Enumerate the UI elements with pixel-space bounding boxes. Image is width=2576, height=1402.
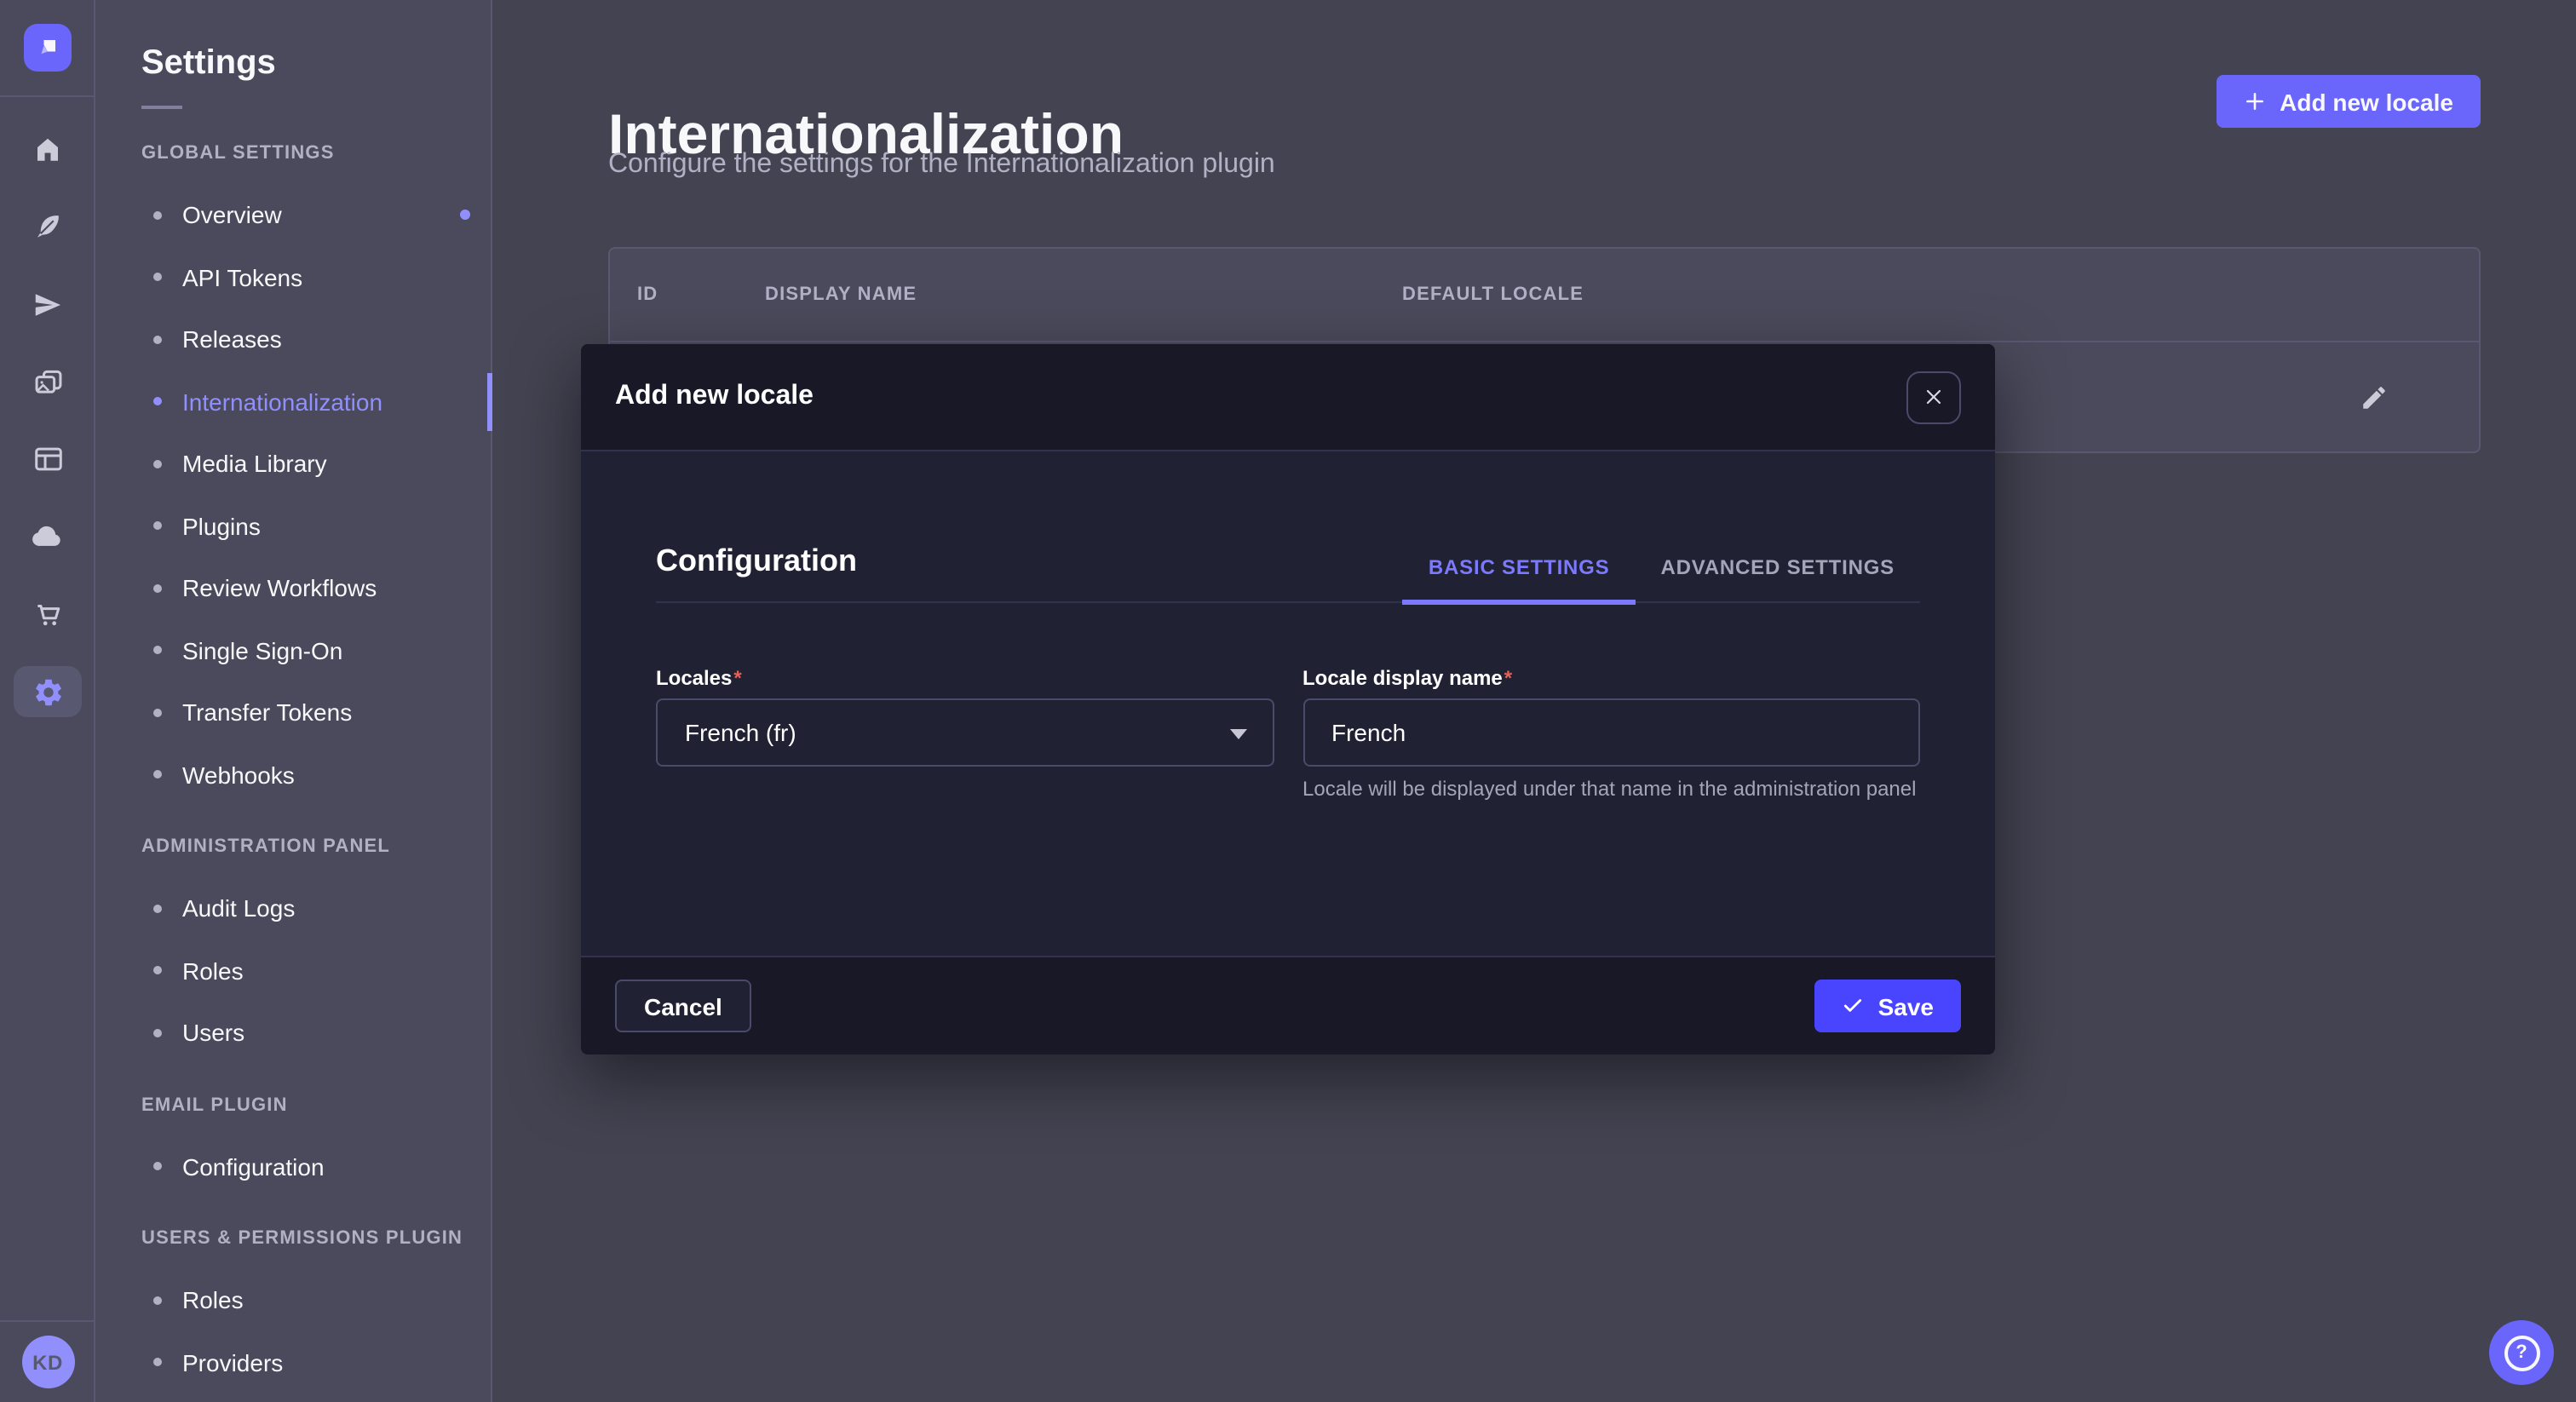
configuration-title: Configuration [656,540,857,581]
save-label: Save [1878,992,1934,1020]
modal-title: Add new locale [615,382,814,412]
display-name-hint: Locale will be displayed under that name… [1302,775,1920,803]
display-name-label: Locale display name* [1302,666,1920,690]
configuration-section-header: Configuration BASIC SETTINGS ADVANCED SE… [656,451,1920,603]
add-locale-modal: Add new locale Configuration BASIC SETTI… [581,344,1995,1054]
cancel-button[interactable]: Cancel [615,980,751,1032]
locales-select-value: French (fr) [685,719,796,746]
display-name-input[interactable] [1331,719,1891,746]
required-marker: * [1504,666,1512,690]
modal-tabs: BASIC SETTINGS ADVANCED SETTINGS [1403,554,1920,601]
locales-label: Locales* [656,666,1274,690]
locales-field: Locales* French (fr) [656,666,1274,803]
close-icon [1923,387,1944,407]
display-name-input-wrap [1302,698,1920,767]
tab-advanced-settings[interactable]: ADVANCED SETTINGS [1635,554,1920,601]
modal-body: Configuration BASIC SETTINGS ADVANCED SE… [581,451,1995,956]
tab-basic-settings[interactable]: BASIC SETTINGS [1403,554,1636,601]
required-marker: * [733,666,741,690]
modal-header: Add new locale [581,344,1995,451]
save-button[interactable]: Save [1815,980,1961,1032]
display-name-field: Locale display name* Locale will be disp… [1302,666,1920,803]
modal-footer: Cancel Save [581,956,1995,1054]
chevron-down-icon [1229,729,1246,739]
modal-close-button[interactable] [1906,371,1961,423]
modal-fields: Locales* French (fr) Locale display name… [656,666,1920,803]
check-icon [1843,995,1865,1017]
app-root: KD Settings GLOBAL SETTINGSOverviewAPI T… [0,0,2576,1402]
locales-select[interactable]: French (fr) [656,698,1274,767]
